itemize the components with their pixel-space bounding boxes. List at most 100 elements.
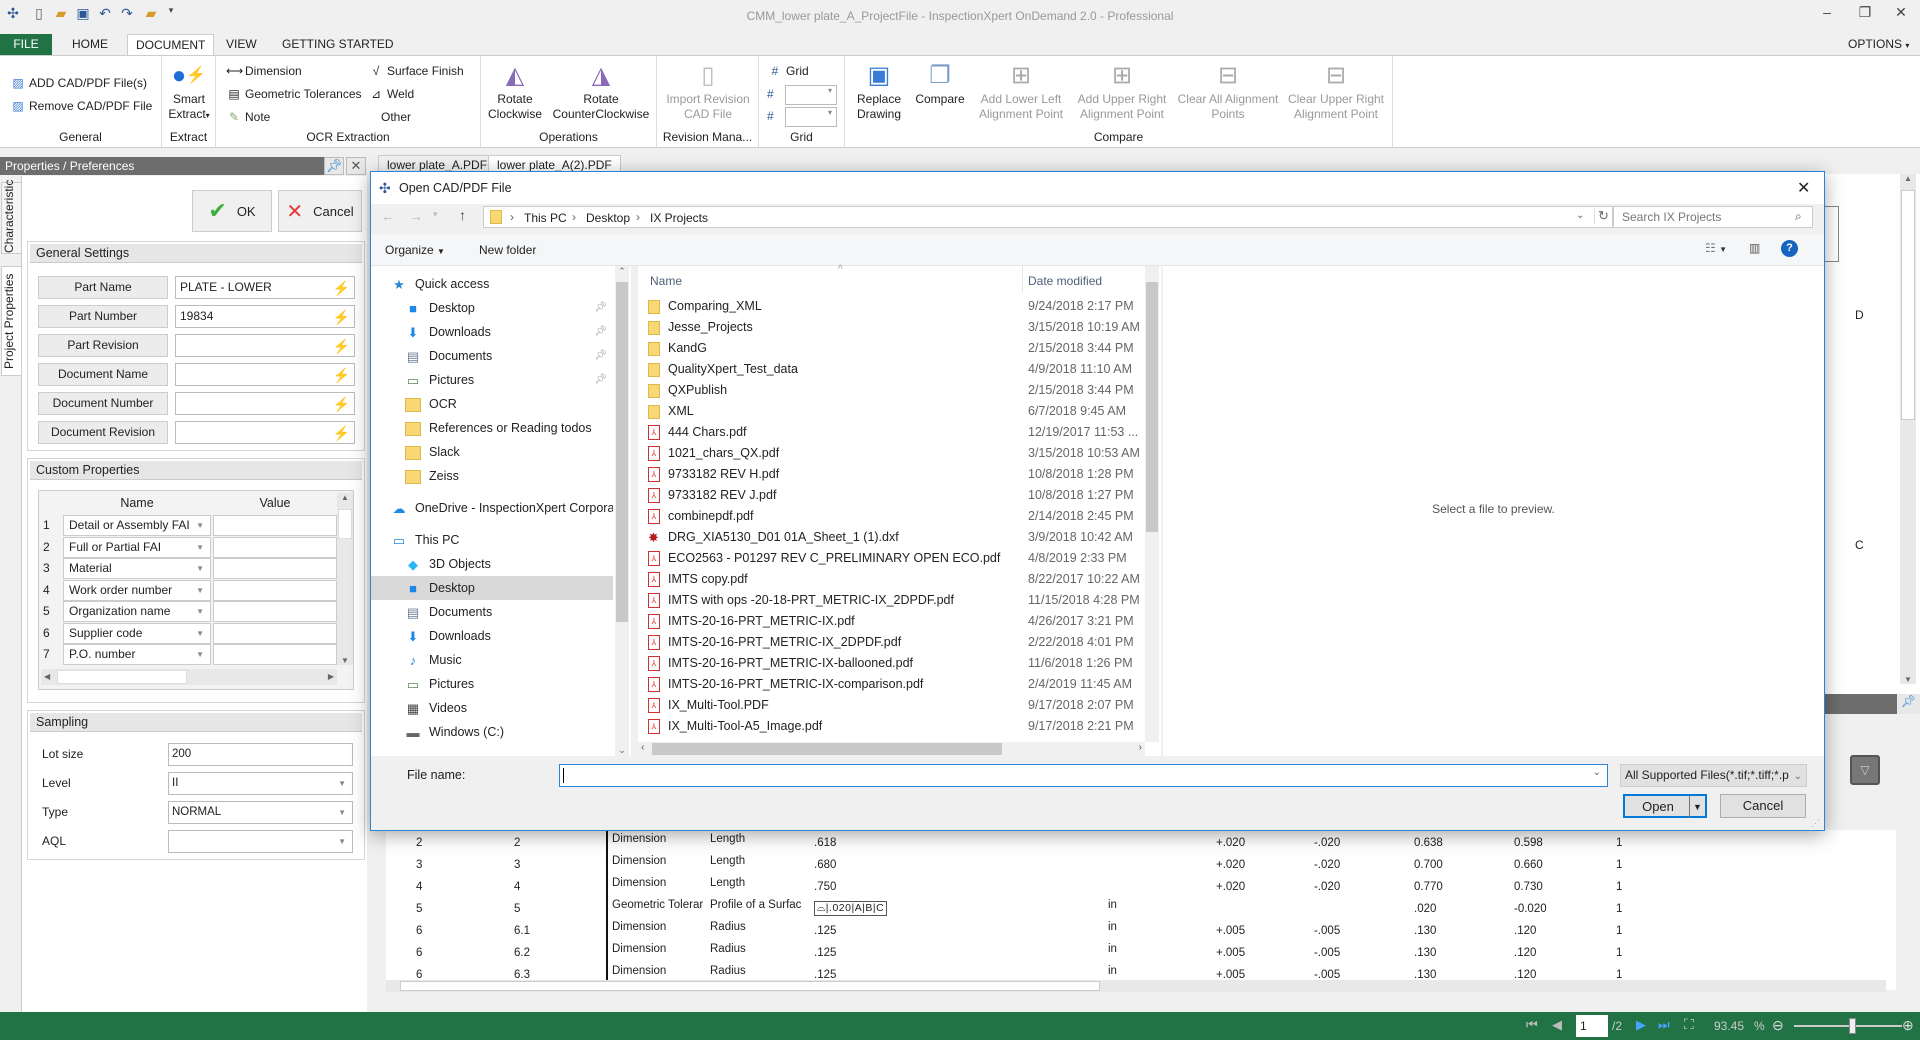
property-name-select[interactable]: Organization name ▼ [63, 601, 211, 622]
scroll-right-icon[interactable]: ▶ [328, 669, 334, 685]
file-list-item[interactable]: ⅄ IMTS with ops -20-18-PRT_METRIC-IX_2DPD… [648, 590, 1153, 611]
grid-toggle[interactable]: # Grid [767, 64, 809, 78]
file-list-vertical-scrollbar[interactable] [1145, 266, 1159, 742]
address-bar[interactable]: › This PC › Desktop › IX Projects ⌄ ↻ [483, 206, 1613, 228]
file-list-item[interactable]: ⅄ combinepdf.pdf 2/14/2018 2:45 PM [648, 506, 1153, 527]
lightning-icon[interactable]: ⚡ [333, 365, 350, 386]
file-type-select[interactable]: All Supported Files(*.tif;*.tiff;*.p ⌄ [1620, 764, 1807, 787]
field-input[interactable]: PLATE - LOWER ⚡ [175, 276, 355, 299]
compare-button[interactable]: ❐ Compare [911, 60, 969, 107]
file-list-item[interactable]: KandG 2/15/2018 3:44 PM [648, 338, 1153, 359]
up-folder-icon[interactable]: ↑ [459, 207, 466, 223]
clear-all-alignment-button[interactable]: ⊟ Clear All Alignment Points [1175, 60, 1281, 122]
scrollbar-thumb[interactable] [616, 282, 628, 622]
breadcrumb-ix-projects[interactable]: IX Projects [650, 211, 708, 225]
scrollbar-thumb[interactable] [652, 743, 1002, 755]
zoom-out-icon[interactable]: ⊖ [1772, 1017, 1784, 1034]
file-list-item[interactable]: Comparing_XML 9/24/2018 2:17 PM [648, 296, 1153, 317]
open-button[interactable]: Open ▼ [1623, 794, 1707, 818]
property-name-select[interactable]: P.O. number ▼ [63, 644, 211, 665]
file-list-item[interactable]: ✸ DRG_XIA5130_D01 01A_Sheet_1 (1).dxf 3/9/… [648, 527, 1153, 548]
column-header-date[interactable]: Date modified [1028, 274, 1102, 288]
previous-page-icon[interactable]: ◀ [1552, 1017, 1562, 1033]
resize-grip-icon[interactable]: ⋰ [1811, 818, 1820, 829]
tab-view[interactable]: VIEW [218, 34, 265, 55]
help-icon[interactable]: ? [1781, 240, 1798, 257]
zoom-slider[interactable] [1794, 1018, 1902, 1034]
preview-pane-icon[interactable]: ▥ [1749, 241, 1760, 255]
nav-item[interactable]: ▦ Videos [371, 696, 613, 720]
lightning-icon[interactable]: ⚡ [333, 278, 350, 299]
dialog-close-button[interactable]: ✕ [1797, 178, 1810, 198]
breadcrumb-this-pc[interactable]: This PC [524, 211, 567, 225]
add-lower-left-alignment-button[interactable]: ⊞ Add Lower Left Alignment Point [975, 60, 1067, 122]
rotate-counterclockwise-button[interactable]: ◮ Rotate CounterClockwise [549, 60, 653, 122]
nav-item[interactable]: ▭ This PC [371, 528, 613, 552]
address-dropdown-icon[interactable]: ⌄ [1576, 210, 1584, 221]
breadcrumb-desktop[interactable]: Desktop [586, 211, 630, 225]
page-number-input[interactable]: 1 [1576, 1015, 1608, 1037]
file-list-item[interactable]: ⅄ IX_Multi-Tool-A5_Image.pdf 9/17/2018 2:2… [648, 716, 1153, 737]
nav-item[interactable]: ■ Desktop 📌︎ [371, 296, 613, 320]
property-name-select[interactable]: Detail or Assembly FAI ▼ [63, 515, 211, 536]
rotate-clockwise-button[interactable]: ◭ Rotate Clockwise [485, 60, 545, 122]
property-name-select[interactable]: Material ▼ [63, 558, 211, 579]
tab-characteristic[interactable]: Characteristic [1, 180, 22, 254]
pin-icon[interactable]: 📌︎ [594, 344, 607, 368]
scrollbar-thumb[interactable] [1146, 282, 1158, 532]
scroll-down-icon[interactable]: ▼ [337, 656, 353, 665]
sampling-input[interactable]: 200 [168, 743, 353, 766]
scroll-left-icon[interactable]: ‹ [641, 742, 644, 753]
nav-item[interactable]: ▤ Documents 📌︎ [371, 344, 613, 368]
scroll-right-icon[interactable]: › [1139, 742, 1142, 753]
collapse-panel-icon[interactable]: ▽ [1850, 755, 1880, 785]
property-name-select[interactable]: Work order number ▼ [63, 579, 211, 601]
lightning-icon[interactable]: ⚡ [333, 336, 350, 357]
scrollbar-thumb[interactable] [338, 509, 352, 539]
nav-item[interactable]: ♪ Music [371, 648, 613, 672]
file-list-item[interactable]: ⅄ ECO2563 - P01297 REV C_PRELIMINARY OPEN… [648, 548, 1153, 569]
nav-item[interactable]: ■ Desktop [371, 576, 613, 600]
clear-upper-right-alignment-button[interactable]: ⊟ Clear Upper Right Alignment Point [1285, 60, 1387, 122]
scroll-up-icon[interactable]: ▲ [337, 493, 353, 502]
refresh-icon[interactable]: ↻ [1594, 208, 1609, 224]
import-revision-button[interactable]: ▯ Import Revision CAD File [659, 60, 757, 122]
file-list-item[interactable]: QXPublish 2/15/2018 3:44 PM [648, 380, 1153, 401]
nav-item[interactable]: ⬇ Downloads [371, 624, 613, 648]
property-value-input[interactable] [213, 622, 337, 644]
grid-spacing-y-select[interactable]: ▾ [785, 107, 837, 127]
scroll-left-icon[interactable]: ◀ [44, 669, 50, 685]
cancel-button[interactable]: ✕ Cancel [278, 190, 362, 232]
nav-item[interactable]: ▬ Windows (C:) [371, 720, 613, 744]
field-input[interactable]: 19834 ⚡ [175, 305, 355, 328]
nav-item[interactable]: ★ Quick access [371, 272, 613, 296]
surface-finish-button[interactable]: √ Surface Finish [368, 64, 464, 78]
file-list-item[interactable]: ⅄ IX_Multi-Tool.PDF 9/17/2018 2:07 PM [648, 695, 1153, 716]
pin-icon[interactable]: 📌︎ [594, 320, 607, 344]
scroll-down-icon[interactable]: ▼ [1900, 675, 1916, 684]
scroll-down-icon[interactable]: ⌄ [615, 745, 629, 756]
tab-project-properties[interactable]: Project Properties [1, 266, 22, 376]
nav-item[interactable]: OCR [371, 392, 613, 416]
options-menu[interactable]: OPTIONS ▾ [1840, 34, 1917, 55]
file-list-horizontal-scrollbar[interactable]: ‹ › [638, 742, 1145, 756]
last-page-icon[interactable]: ⏭ [1658, 1017, 1670, 1033]
nav-item[interactable]: Slack [371, 440, 613, 464]
file-list-item[interactable]: Jesse_Projects 3/15/2018 10:19 AM [648, 317, 1153, 338]
file-list-item[interactable]: ⅄ IMTS-20-16-PRT_METRIC-IX-ballooned.pdf 1… [648, 653, 1153, 674]
table-row[interactable]: 5 5 Geometric Tolerar Profile of a Surfac ⌓|… [386, 899, 1886, 921]
column-header-name[interactable]: Name [63, 493, 211, 513]
property-value-input[interactable] [213, 601, 337, 622]
nav-item[interactable]: ⬇ Downloads 📌︎ [371, 320, 613, 344]
file-list-item[interactable]: ⅄ 9733182 REV J.pdf 10/8/2018 1:27 PM [648, 485, 1153, 506]
tab-home[interactable]: HOME [64, 34, 116, 55]
nav-item[interactable]: ▭ Pictures 📌︎ [371, 368, 613, 392]
sampling-select[interactable]: NORMAL ▼ [168, 801, 353, 824]
next-page-icon[interactable]: ▶ [1636, 1017, 1646, 1033]
note-button[interactable]: ✎ Note [226, 110, 270, 124]
scrollbar-thumb[interactable] [1901, 190, 1915, 420]
grid-spacing-x-select[interactable]: ▾ [785, 85, 837, 105]
table-row[interactable]: 6 6.1 Dimension Radius .125 in +.005 -.005 .130.… [386, 921, 1886, 943]
canvas-vertical-scrollbar[interactable]: ▲ ▼ [1900, 174, 1916, 684]
lightning-icon[interactable]: ⚡ [333, 307, 350, 328]
